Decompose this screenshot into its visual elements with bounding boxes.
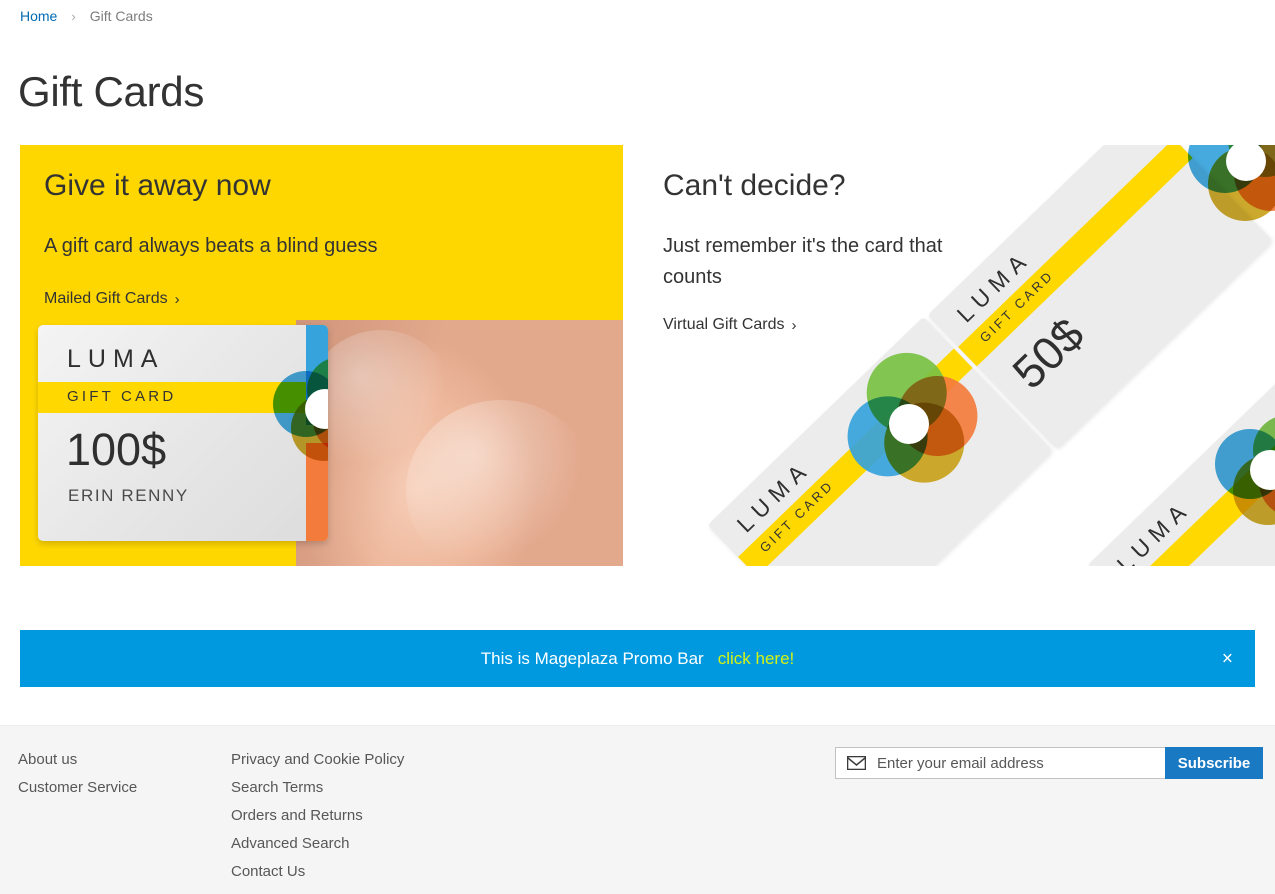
ring-lobe-green [1253,415,1275,485]
gift-card-amount: 100$ [66,424,167,475]
block-left-copy: Give it away now A gift card always beat… [44,168,604,308]
footer-column-about: About us Customer Service [18,746,137,802]
close-icon[interactable]: × [1218,647,1237,670]
breadcrumb-current-gift-cards: Gift Cards [89,8,153,24]
breadcrumb: Home › Gift Cards [20,8,153,24]
promo-bar-text: This is Mageplaza Promo Bar [480,648,704,668]
chevron-right-icon: › [791,316,797,334]
breadcrumb-separator-icon: › [71,8,76,24]
mailed-gift-card-photo: LUMA GIFT CARD 100$ ERIN RENNY [20,320,623,566]
block-virtual-gift-cards[interactable]: LUMA GIFT CARD 50$ LUMA GIFT CARD LUMA C… [640,145,1275,566]
virtual-gift-cards-link[interactable]: Virtual Gift Cards › [663,316,797,334]
footer-link-about-us[interactable]: About us [18,746,137,774]
footer-column-links: Privacy and Cookie Policy Search Terms O… [231,746,404,886]
footer-link-advanced-search[interactable]: Advanced Search [231,830,404,858]
chevron-right-icon: › [174,290,180,308]
breadcrumb-link-home[interactable]: Home [20,8,57,24]
newsletter-field[interactable] [835,747,1165,779]
gift-card-brand: LUMA [67,345,165,373]
promo-bar-link[interactable]: click here! [718,649,795,669]
gift-card-graphic: LUMA GIFT CARD 100$ ERIN RENNY [38,325,328,541]
footer-link-contact-us[interactable]: Contact Us [231,858,404,886]
block-left-link-wrap: Mailed Gift Cards › [44,290,604,308]
footer-link-customer-service[interactable]: Customer Service [18,774,137,802]
block-left-title: Give it away now [44,169,271,202]
envelope-icon [847,756,866,770]
luma-ring-logo-icon [273,357,328,461]
subscribe-button[interactable]: Subscribe [1165,747,1263,779]
gift-card-type: GIFT CARD [67,388,177,405]
virtual-gift-cards-link-label: Virtual Gift Cards [663,316,785,333]
mailed-gift-cards-link[interactable]: Mailed Gift Cards › [44,290,180,308]
mailed-gift-cards-link-label: Mailed Gift Cards [44,290,168,307]
footer-link-privacy-and-cookie-policy[interactable]: Privacy and Cookie Policy [231,746,404,774]
gift-card-blocks: LUMA GIFT CARD 100$ ERIN RENNY Give it a… [0,145,1275,566]
newsletter-signup: Subscribe [835,747,1263,779]
block-right-subtitle: Just remember it's the card that counts [663,235,943,288]
block-right-title: Can't decide? [663,169,846,202]
gift-cards-page: Home › Gift Cards Gift Cards LUMA GIFT C… [0,0,1275,894]
newsletter-email-input[interactable] [875,748,1135,778]
footer-link-orders-and-returns[interactable]: Orders and Returns [231,802,404,830]
footer-link-search-terms[interactable]: Search Terms [231,774,404,802]
block-right-copy: Can't decide? Just remember it's the car… [663,168,1023,334]
block-right-link-wrap: Virtual Gift Cards › [663,316,1023,334]
gift-card-holder: ERIN RENNY [68,486,189,505]
promo-bar[interactable]: This is Mageplaza Promo Bar click here! … [20,630,1255,687]
block-left-subtitle: A gift card always beats a blind guess [44,235,378,257]
page-title: Gift Cards [18,68,205,116]
ring-lobe-green [307,357,328,423]
hand-shading [296,320,623,566]
block-mailed-gift-cards[interactable]: LUMA GIFT CARD 100$ ERIN RENNY Give it a… [20,145,623,566]
hand-illustration [296,320,623,566]
